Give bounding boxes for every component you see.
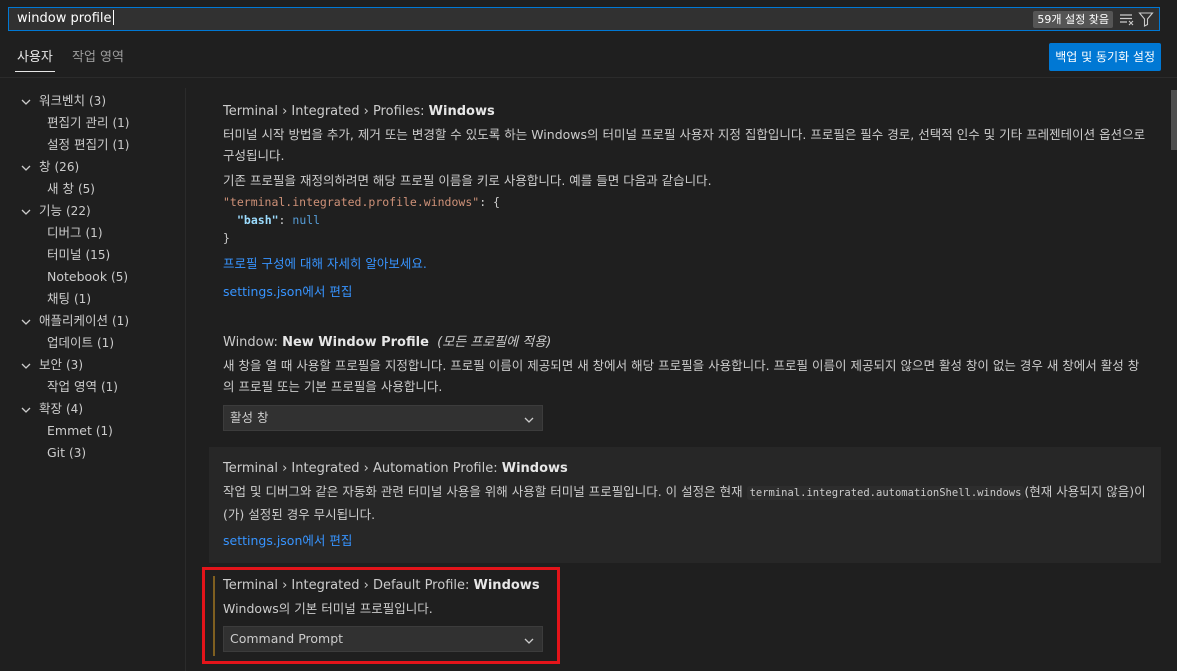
code-example: "terminal.integrated.profile.windows": {… <box>223 195 500 245</box>
toc-item-label: 기능 <box>39 203 63 218</box>
toc-item[interactable]: 터미널 (15) <box>47 244 110 266</box>
toc-item-count: (3) <box>66 358 83 372</box>
toc-item-count: (22) <box>66 204 91 218</box>
toc-item-count: (1) <box>74 292 91 306</box>
toc-item-label: 애플리케이션 <box>39 313 109 328</box>
toc-item-count: (1) <box>112 314 129 328</box>
chevron-down-icon <box>522 632 536 646</box>
toc-item-count: (1) <box>95 424 113 438</box>
toc-item-count: (15) <box>85 248 111 262</box>
setting-new-window-profile: Window: New Window Profile (모든 프로필에 적용) … <box>209 334 1161 431</box>
toc-item[interactable]: Git (3) <box>47 442 86 464</box>
toc-item-count: (3) <box>69 446 87 460</box>
toc-item[interactable]: 확장 (4) <box>21 398 83 420</box>
learn-more-link[interactable]: 프로필 구성에 대해 자세히 알아보세요. <box>223 255 1161 273</box>
toc-item-label: Git <box>47 445 66 460</box>
settings-search-box[interactable]: window profile 59개 설정 찾음 <box>8 7 1160 31</box>
setting-profiles-windows: Terminal › Integrated › Profiles: Window… <box>209 103 1161 301</box>
toc-item-label: 디버그 <box>47 225 82 240</box>
toc-item-label: 워크벤치 <box>39 93 86 108</box>
toc-item[interactable]: 보안 (3) <box>21 354 83 376</box>
edit-in-settings-json-link[interactable]: settings.json에서 편집 <box>223 283 1161 301</box>
chevron-down-icon <box>522 411 536 425</box>
toc-item-label: Emmet <box>47 423 92 438</box>
toc-item[interactable]: 편집기 관리 (1) <box>47 112 129 134</box>
filter-icon[interactable] <box>1138 11 1154 27</box>
setting-description-example: 기존 프로필을 재정의하려면 해당 프로필 이름을 키로 사용합니다. 예를 들… <box>223 173 712 188</box>
setting-description: 작업 및 디버그와 같은 자동화 관련 터미널 사용을 위해 사용할 터미널 프… <box>223 484 1146 522</box>
toc-item-count: (1) <box>100 380 118 394</box>
scrollbar-thumb[interactable] <box>1171 90 1177 150</box>
toc-item[interactable]: 설정 편집기 (1) <box>47 134 129 156</box>
default-profile-select[interactable]: Command Prompt <box>223 626 543 652</box>
setting-description: Windows의 기본 터미널 프로필입니다. <box>223 601 433 616</box>
setting-default-profile-windows: Terminal › Integrated › Default Profile:… <box>209 577 1161 652</box>
tab-workspace[interactable]: 작업 영역 <box>70 50 126 72</box>
setting-title: Window: New Window Profile (모든 프로필에 적용) <box>223 335 552 350</box>
result-count-badge: 59개 설정 찾음 <box>1033 11 1113 28</box>
toc-divider <box>185 88 186 671</box>
chevron-down-icon <box>19 358 33 372</box>
toc-item-label: 업데이트 <box>47 335 94 350</box>
toc-item[interactable]: 기능 (22) <box>21 200 91 222</box>
settings-search-input[interactable]: window profile <box>17 8 917 30</box>
toc-item[interactable]: 애플리케이션 (1) <box>21 310 129 332</box>
toc-item-label: 창 <box>39 159 51 174</box>
chevron-down-icon <box>19 314 33 328</box>
setting-title: Terminal › Integrated › Profiles: Window… <box>223 104 495 119</box>
toc-item-label: 보안 <box>39 357 63 372</box>
toc-item-label: 설정 편집기 <box>47 137 109 152</box>
toc-item-count: (1) <box>97 336 114 350</box>
toc-item[interactable]: 디버그 (1) <box>47 222 103 244</box>
toc-item[interactable]: 창 (26) <box>21 156 80 178</box>
chevron-down-icon <box>19 160 33 174</box>
toc-item-count: (1) <box>85 226 103 240</box>
toc-item-label: 편집기 관리 <box>47 115 109 130</box>
toc-item-label: 터미널 <box>47 247 82 262</box>
toc-item-label: Notebook <box>47 269 108 284</box>
chevron-down-icon <box>19 402 33 416</box>
toc-item-label: 새 창 <box>47 181 74 196</box>
toc-item-count: (1) <box>112 138 130 152</box>
toc-item-count: (4) <box>66 402 83 416</box>
toc-item-count: (5) <box>77 182 95 196</box>
toc-item[interactable]: 워크벤치 (3) <box>21 90 106 112</box>
setting-description: 새 창을 열 때 사용할 프로필을 지정합니다. 프로필 이름이 제공되면 새 … <box>223 358 1140 394</box>
setting-automation-profile-windows: Terminal › Integrated › Automation Profi… <box>209 447 1161 563</box>
settings-scope-tabs: 사용자 작업 영역 백업 및 동기화 설정 <box>0 42 1177 76</box>
setting-title: Terminal › Integrated › Default Profile:… <box>223 578 540 593</box>
chevron-down-icon <box>19 204 33 218</box>
toc-item-count: (1) <box>112 116 130 130</box>
setting-description: 터미널 시작 방법을 추가, 제거 또는 변경할 수 있도록 하는 Window… <box>223 127 1146 163</box>
toc-item[interactable]: 업데이트 (1) <box>47 332 114 354</box>
toc-item-label: 작업 영역 <box>47 379 97 394</box>
toc-item-label: 채팅 <box>47 291 71 306</box>
chevron-down-icon <box>19 94 33 108</box>
edit-in-settings-json-link[interactable]: settings.json에서 편집 <box>223 532 1161 550</box>
toc-item-label: 확장 <box>39 401 63 416</box>
toc-item[interactable]: Notebook (5) <box>47 266 128 288</box>
tab-user[interactable]: 사용자 <box>15 50 55 72</box>
toc-item-count: (3) <box>89 94 106 108</box>
setting-title: Terminal › Integrated › Automation Profi… <box>223 461 568 476</box>
inline-code: terminal.integrated.automationShell.wind… <box>746 486 1025 500</box>
new-window-profile-select[interactable]: 활성 창 <box>223 405 543 431</box>
toc-item[interactable]: 작업 영역 (1) <box>47 376 118 398</box>
clear-filter-icon[interactable] <box>1119 11 1135 27</box>
toc-item-count: (5) <box>111 270 129 284</box>
backup-sync-button[interactable]: 백업 및 동기화 설정 <box>1049 43 1161 71</box>
tabs-divider <box>0 77 1177 78</box>
text-caret <box>112 10 114 25</box>
toc-item[interactable]: Emmet (1) <box>47 420 113 442</box>
toc-item-count: (26) <box>54 160 80 174</box>
toc-item[interactable]: 새 창 (5) <box>47 178 95 200</box>
scrollbar[interactable] <box>1166 88 1177 671</box>
toc-item[interactable]: 채팅 (1) <box>47 288 91 310</box>
